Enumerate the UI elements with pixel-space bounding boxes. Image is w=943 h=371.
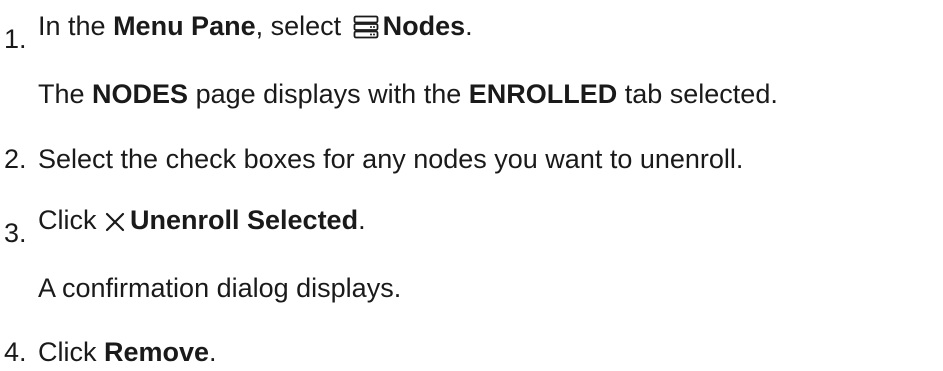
step-text: Select the check boxes for any nodes you… <box>38 144 744 174</box>
menu-pane-label: Menu Pane <box>113 11 256 41</box>
nodes-label: Nodes <box>382 11 466 41</box>
text: Click <box>38 205 104 235</box>
enrolled-tab-label: ENROLLED <box>468 79 618 109</box>
step-number: 2. <box>4 144 27 174</box>
text: tab selected. <box>617 79 778 109</box>
step-3-result: A confirmation dialog displays. <box>38 273 402 303</box>
text: Click <box>38 337 104 367</box>
remove-label: Remove <box>104 337 210 367</box>
step-number: 1. <box>4 24 27 54</box>
step-text: In the Menu Pane, select Nodes. <box>38 10 473 42</box>
text: . <box>465 11 473 41</box>
server-stack-icon <box>353 15 379 39</box>
step-number: 3. <box>4 218 27 248</box>
text: . <box>358 205 366 235</box>
step-1-result: The NODES page displays with the ENROLLE… <box>38 78 778 110</box>
text: . <box>209 337 217 367</box>
step-number: 4. <box>4 337 27 367</box>
step-text: Click Unenroll Selected. <box>38 204 366 236</box>
unenroll-selected-label: Unenroll Selected <box>130 205 359 235</box>
step-text: Click Remove. <box>38 336 217 368</box>
nodes-page-label: NODES <box>92 79 189 109</box>
text: In the <box>38 11 114 41</box>
text: page displays with the <box>188 79 469 109</box>
text: , select <box>255 11 349 41</box>
close-x-icon <box>104 211 126 233</box>
text: The <box>38 79 93 109</box>
